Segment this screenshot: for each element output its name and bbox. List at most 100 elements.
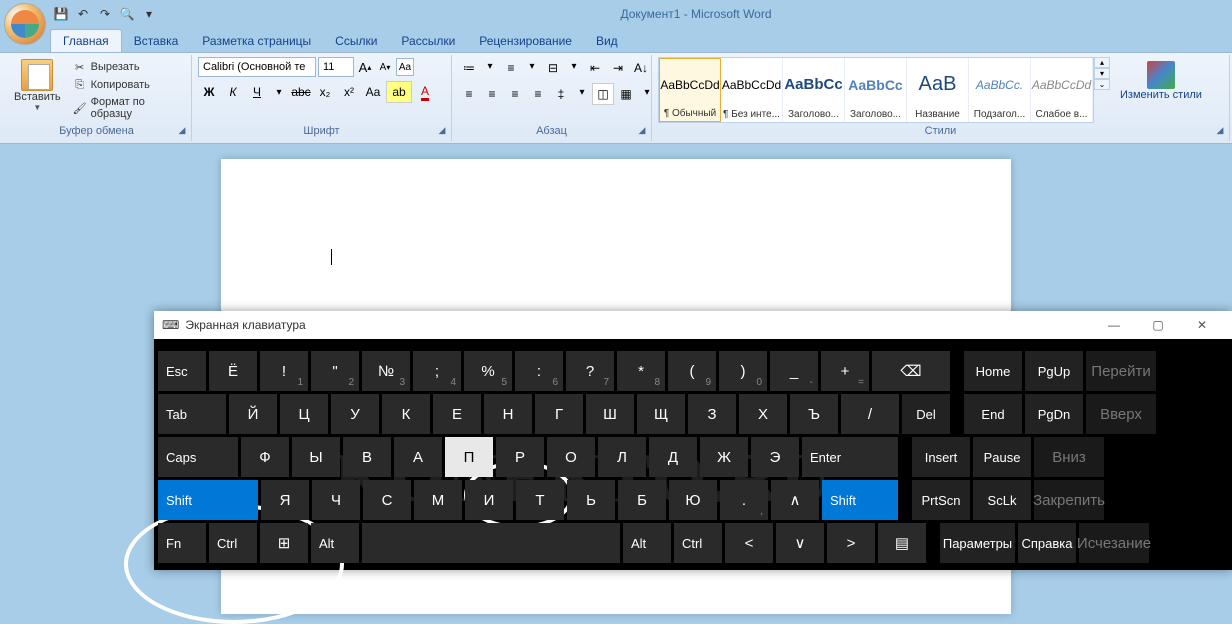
style-item-1[interactable]: AaBbCcDd¶ Без инте... bbox=[721, 58, 783, 122]
key-п[interactable]: П bbox=[445, 437, 493, 477]
key-[interactable]: *8 bbox=[617, 351, 665, 391]
key-и[interactable]: И bbox=[465, 480, 513, 520]
borders-button[interactable]: ▦ bbox=[615, 83, 637, 105]
underline-more-icon[interactable]: ▾ bbox=[270, 83, 288, 101]
minimize-button[interactable]: — bbox=[1092, 311, 1136, 339]
key-й[interactable]: Й bbox=[229, 394, 277, 434]
key-ь[interactable]: Ь bbox=[567, 480, 615, 520]
styles-dialog-launcher[interactable]: ◢ bbox=[1213, 125, 1227, 139]
key-sclk[interactable]: ScLk bbox=[973, 480, 1031, 520]
key-[interactable]: < bbox=[725, 523, 773, 563]
key-ц[interactable]: Ц bbox=[280, 394, 328, 434]
key-ю[interactable]: Ю bbox=[669, 480, 717, 520]
key-э[interactable]: Э bbox=[751, 437, 799, 477]
key-fn[interactable]: Fn bbox=[158, 523, 206, 563]
styles-scroll-up[interactable]: ▴ bbox=[1094, 57, 1110, 68]
highlight-button[interactable]: ab bbox=[386, 81, 412, 103]
key-prtscn[interactable]: PrtScn bbox=[912, 480, 970, 520]
key-м[interactable]: М bbox=[414, 480, 462, 520]
line-spacing-button[interactable]: ‡ bbox=[550, 83, 572, 105]
close-button[interactable]: ✕ bbox=[1180, 311, 1224, 339]
key-справка[interactable]: Справка bbox=[1018, 523, 1076, 563]
format-painter-button[interactable]: 🖌Формат по образцу bbox=[71, 95, 181, 121]
key-параметры[interactable]: Параметры bbox=[940, 523, 1015, 563]
key-т[interactable]: Т bbox=[516, 480, 564, 520]
key-[interactable]: !1 bbox=[260, 351, 308, 391]
key-alt[interactable]: Alt bbox=[623, 523, 671, 563]
bullets-button[interactable]: ≔ bbox=[458, 57, 480, 79]
styles-expand[interactable]: ⌄ bbox=[1094, 79, 1110, 90]
key-[interactable]: > bbox=[827, 523, 875, 563]
key-перейти[interactable]: Перейти bbox=[1086, 351, 1156, 391]
key-[interactable]: "2 bbox=[311, 351, 359, 391]
key-закрепить[interactable]: Закрепить bbox=[1034, 480, 1104, 520]
cut-button[interactable]: ✂Вырезать bbox=[71, 59, 181, 75]
print-preview-icon[interactable]: 🔍 bbox=[117, 4, 137, 24]
key-[interactable]: (9 bbox=[668, 351, 716, 391]
key-р[interactable]: Р bbox=[496, 437, 544, 477]
redo-icon[interactable]: ↷ bbox=[95, 4, 115, 24]
key-ctrl[interactable]: Ctrl bbox=[674, 523, 722, 563]
key-х[interactable]: Х bbox=[739, 394, 787, 434]
key-ъ[interactable]: Ъ bbox=[790, 394, 838, 434]
grow-font-button[interactable]: A▴ bbox=[356, 58, 374, 76]
key-ч[interactable]: Ч bbox=[312, 480, 360, 520]
multilevel-more[interactable]: ▾ bbox=[565, 57, 583, 75]
key-pgup[interactable]: PgUp bbox=[1025, 351, 1083, 391]
customize-qat-icon[interactable]: ▾ bbox=[139, 4, 159, 24]
strikethrough-button[interactable]: abc bbox=[290, 81, 312, 103]
shading-button[interactable]: ◫ bbox=[592, 83, 614, 105]
style-item-5[interactable]: AaBbCc.Подзагол... bbox=[969, 58, 1031, 122]
key-вверх[interactable]: Вверх bbox=[1086, 394, 1156, 434]
key-pause[interactable]: Pause bbox=[973, 437, 1031, 477]
key-ш[interactable]: Ш bbox=[586, 394, 634, 434]
copy-button[interactable]: ⎘Копировать bbox=[71, 77, 181, 93]
key-[interactable]: _- bbox=[770, 351, 818, 391]
align-left-button[interactable]: ≡ bbox=[458, 83, 480, 105]
key-н[interactable]: Н bbox=[484, 394, 532, 434]
key-[interactable]: )0 bbox=[719, 351, 767, 391]
font-dialog-launcher[interactable]: ◢ bbox=[435, 125, 449, 139]
font-size-select[interactable] bbox=[318, 57, 354, 77]
key-enter[interactable]: Enter bbox=[802, 437, 898, 477]
paste-button[interactable]: Вставить ▼ bbox=[8, 57, 67, 114]
key-tab[interactable]: Tab bbox=[158, 394, 226, 434]
key-а[interactable]: А bbox=[394, 437, 442, 477]
key-pgdn[interactable]: PgDn bbox=[1025, 394, 1083, 434]
italic-button[interactable]: К bbox=[222, 81, 244, 103]
key-home[interactable]: Home bbox=[964, 351, 1022, 391]
spacing-more[interactable]: ▾ bbox=[573, 83, 591, 101]
key-д[interactable]: Д bbox=[649, 437, 697, 477]
key-ctrl[interactable]: Ctrl bbox=[209, 523, 257, 563]
key-[interactable]: ▤ bbox=[878, 523, 926, 563]
style-item-6[interactable]: AaBbCcDdСлабое в... bbox=[1031, 58, 1093, 122]
key-alt[interactable]: Alt bbox=[311, 523, 359, 563]
key-[interactable]: :6 bbox=[515, 351, 563, 391]
key-esc[interactable]: Esc bbox=[158, 351, 206, 391]
align-right-button[interactable]: ≡ bbox=[504, 83, 526, 105]
key-[interactable]: №3 bbox=[362, 351, 410, 391]
key-[interactable]: ⌫ bbox=[872, 351, 950, 391]
key-[interactable]: ;4 bbox=[413, 351, 461, 391]
key-insert[interactable]: Insert bbox=[912, 437, 970, 477]
key-[interactable]: ?7 bbox=[566, 351, 614, 391]
key-shift[interactable]: Shift bbox=[822, 480, 898, 520]
key-caps[interactable]: Caps bbox=[158, 437, 238, 477]
key-я[interactable]: Я bbox=[261, 480, 309, 520]
bold-button[interactable]: Ж bbox=[198, 81, 220, 103]
sort-button[interactable]: A↓ bbox=[630, 57, 652, 79]
key-с[interactable]: С bbox=[363, 480, 411, 520]
tab-view[interactable]: Вид bbox=[584, 30, 630, 52]
key-[interactable]: ∧ bbox=[771, 480, 819, 520]
style-item-3[interactable]: AaBbCcЗаголово... bbox=[845, 58, 907, 122]
subscript-button[interactable]: x₂ bbox=[314, 81, 336, 103]
shrink-font-button[interactable]: A▾ bbox=[376, 58, 394, 76]
key-space[interactable] bbox=[362, 523, 620, 563]
key-ф[interactable]: Ф bbox=[241, 437, 289, 477]
key-б[interactable]: Б bbox=[618, 480, 666, 520]
key-[interactable]: / bbox=[841, 394, 899, 434]
numbering-button[interactable]: ≡ bbox=[500, 57, 522, 79]
styles-scroll-down[interactable]: ▾ bbox=[1094, 68, 1110, 79]
key-в[interactable]: В bbox=[343, 437, 391, 477]
key-ж[interactable]: Ж bbox=[700, 437, 748, 477]
